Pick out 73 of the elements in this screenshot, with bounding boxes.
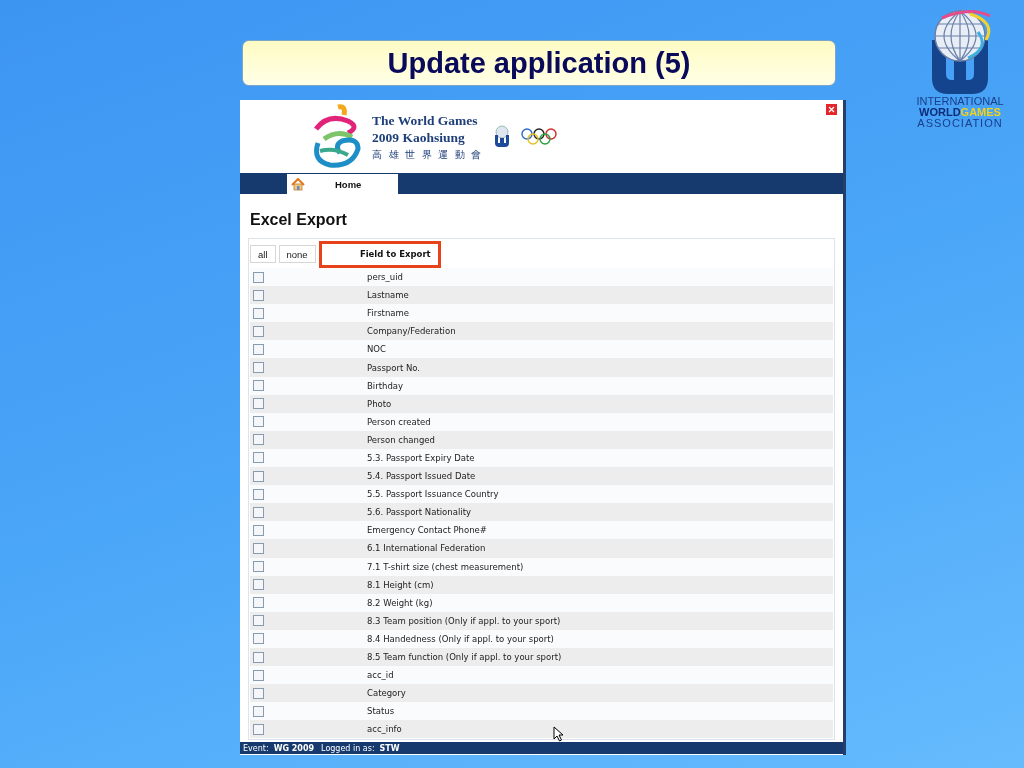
checkbox[interactable] — [253, 452, 264, 464]
field-label: Person created — [367, 416, 431, 427]
field-label: 8.4 Handedness (Only if appl. to your sport) — [367, 633, 554, 644]
field-label: Lastname — [367, 290, 409, 301]
select-button[interactable]: all — [250, 245, 276, 263]
checkbox[interactable] — [253, 651, 264, 663]
checkbox[interactable] — [253, 524, 264, 536]
field-label: 6.1 International Federation — [367, 543, 486, 554]
slide-title: Update application (5) — [242, 40, 836, 86]
field-label: Status — [367, 706, 395, 717]
field-label: 5.5. Passport Issuance Country — [367, 489, 499, 500]
checkbox[interactable] — [253, 362, 264, 373]
checkbox[interactable] — [253, 307, 264, 319]
checkbox[interactable] — [253, 705, 264, 717]
field-label: Person changed — [367, 434, 435, 445]
close-icon[interactable] — [826, 104, 837, 115]
cursor-icon — [553, 726, 564, 742]
logo-text: INTERNATIONAL — [916, 96, 1004, 107]
home-icon — [291, 177, 305, 191]
field-label: NOC — [367, 344, 386, 355]
checkbox[interactable] — [253, 488, 264, 500]
checkbox[interactable] — [253, 579, 264, 591]
field-label: Passport No. — [367, 362, 421, 373]
field-label: pers_uid — [367, 272, 403, 283]
logo-text: ASSOCIATION — [917, 118, 1003, 129]
field-label: 8.2 Weight (kg) — [367, 597, 433, 608]
checkbox[interactable] — [253, 289, 264, 301]
field-label: 8.1 Height (cm) — [367, 579, 434, 590]
nav-tab[interactable]: Home — [287, 174, 398, 194]
event-title: 2009 Kaohsiung — [372, 128, 466, 146]
status-value: WG 2009 — [273, 743, 315, 753]
event-title: The World Games — [372, 111, 479, 129]
event-subtitle: 高雄世界運動會 — [372, 147, 488, 162]
checkbox[interactable] — [253, 271, 264, 283]
field-label: Emergency Contact Phone# — [367, 525, 487, 536]
checkbox[interactable] — [253, 633, 264, 645]
checkbox[interactable] — [253, 380, 264, 392]
checkbox[interactable] — [253, 669, 264, 681]
field-label: Birthday — [367, 380, 404, 391]
field-label: acc_info — [367, 724, 402, 735]
field-label: 8.3 Team position (Only if appl. to your sport) — [367, 615, 561, 626]
field-label: 7.1 T-shirt size (chest measurement) — [367, 561, 524, 572]
field-label: Photo — [367, 398, 392, 409]
checkbox[interactable] — [253, 615, 264, 627]
checkbox[interactable] — [253, 325, 264, 337]
checkbox[interactable] — [253, 398, 264, 410]
checkbox[interactable] — [253, 723, 264, 735]
checkbox[interactable] — [253, 506, 264, 518]
status-label: Logged in as: — [321, 743, 375, 753]
field-label: 5.6. Passport Nationality — [367, 507, 471, 518]
checkbox[interactable] — [253, 687, 264, 699]
checkbox[interactable] — [253, 343, 264, 355]
field-label: 8.5 Team function (Only if appl. to your sport) — [367, 652, 562, 662]
checkbox[interactable] — [253, 597, 264, 609]
checkbox[interactable] — [253, 416, 264, 428]
checkbox[interactable] — [253, 542, 264, 554]
field-label: Category — [367, 688, 406, 699]
page-title: Excel Export — [250, 211, 348, 229]
field-label: acc_id — [367, 670, 394, 681]
status-value: STW — [379, 743, 400, 753]
checkbox[interactable] — [253, 561, 264, 573]
column-header: Field to Export — [318, 240, 441, 268]
logo-text: WORLD — [919, 107, 961, 118]
field-label: 5.3. Passport Expiry Date — [367, 453, 475, 463]
checkbox[interactable] — [253, 434, 264, 446]
field-label: 5.4. Passport Issued Date — [367, 471, 476, 482]
field-label: Firstname — [367, 308, 409, 319]
select-button[interactable]: none — [278, 245, 316, 263]
field-label: Company/Federation — [367, 326, 456, 337]
rings-icon — [519, 127, 558, 146]
status-label: Event: — [243, 743, 269, 753]
checkbox[interactable] — [253, 470, 264, 482]
logo-text: GAMES — [960, 107, 1001, 118]
